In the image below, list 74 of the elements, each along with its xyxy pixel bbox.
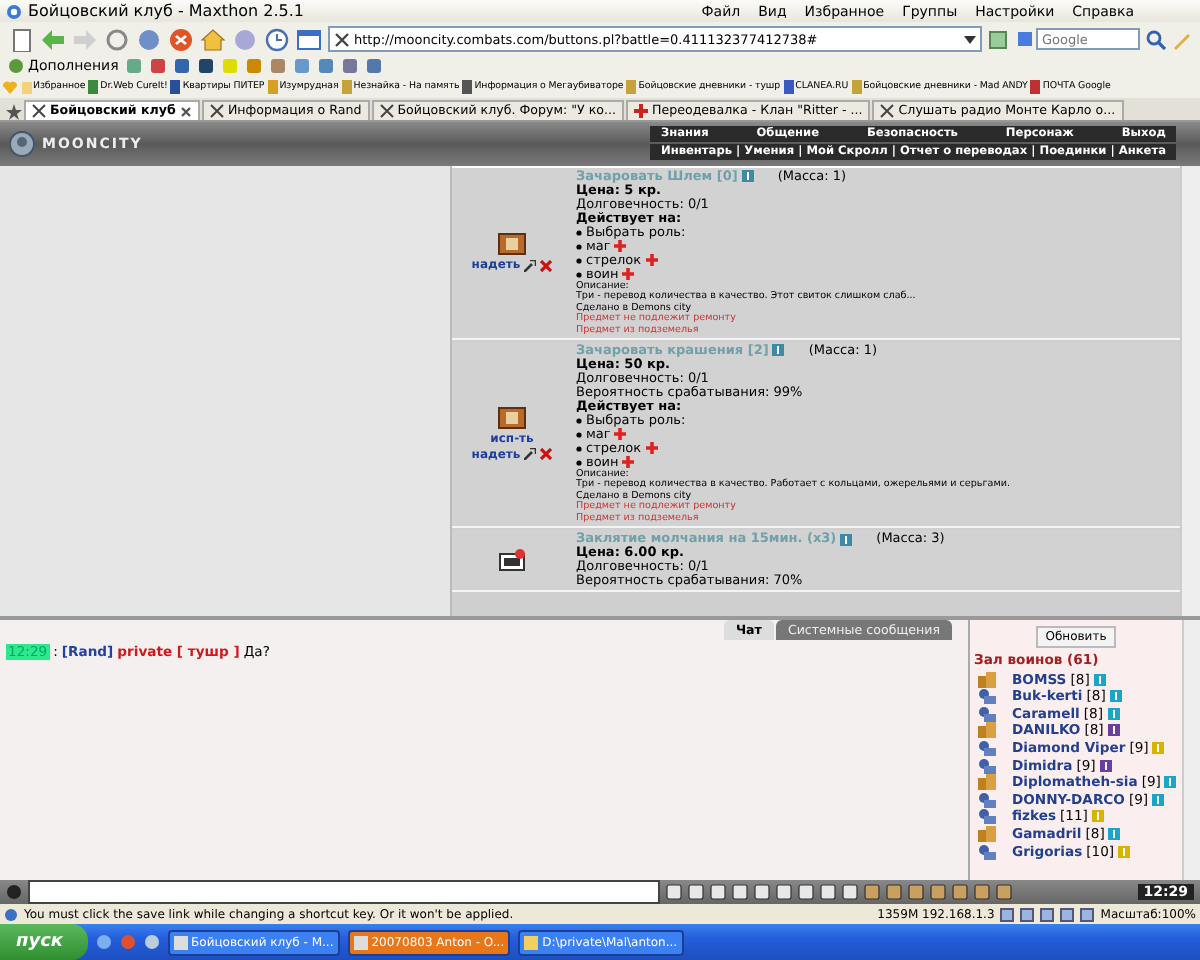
player-icon[interactable] [978, 722, 996, 739]
crossed-swords-icon [334, 31, 350, 47]
window-title: Бойцовский клуб - Maxthon 2.5.1 [28, 2, 307, 20]
wrench-icon[interactable] [524, 259, 537, 272]
bullet-icon [576, 445, 582, 452]
page-icon [88, 80, 99, 94]
scroll-item-icon [498, 232, 526, 257]
crossed-swords-icon [209, 104, 224, 118]
player-icon[interactable] [978, 757, 996, 774]
heart-icon [2, 80, 18, 94]
scroll-item-icon [498, 405, 526, 430]
page-icon [170, 80, 181, 94]
window-icon [353, 935, 368, 949]
plus-icon[interactable] [614, 240, 627, 253]
info-icon[interactable] [840, 533, 853, 545]
scroll-item-icon [498, 548, 526, 572]
wrench-icon[interactable] [524, 448, 537, 461]
bullet-icon [576, 417, 582, 424]
info-icon[interactable] [772, 344, 785, 357]
player-icon[interactable] [978, 808, 996, 825]
player-icon[interactable] [978, 671, 996, 688]
delete-icon[interactable] [540, 259, 553, 272]
info-icon[interactable] [741, 170, 754, 183]
app-icon [6, 3, 22, 19]
delete-icon[interactable] [540, 448, 553, 461]
scrollbar[interactable] [1182, 620, 1200, 880]
plus-icon[interactable] [622, 456, 635, 469]
player-icon[interactable] [978, 740, 996, 757]
stop-icon[interactable] [168, 27, 194, 51]
crossed-swords-icon [379, 104, 394, 118]
page-icon [341, 80, 352, 94]
dropdown-caret-icon [964, 35, 976, 43]
back-arrow-icon[interactable] [40, 27, 66, 51]
plus-icon[interactable] [645, 442, 658, 455]
info-icon [4, 907, 18, 921]
player-icon[interactable] [978, 774, 996, 791]
window-icon [173, 935, 188, 949]
window-icon[interactable] [296, 27, 322, 51]
bullet-icon [576, 229, 582, 236]
plus-icon[interactable] [614, 428, 627, 441]
crossed-swords-icon [880, 104, 895, 118]
info-badge-icon[interactable] [1099, 759, 1112, 772]
page-icon [783, 80, 794, 94]
crossed-swords-icon [32, 104, 46, 118]
close-icon[interactable] [179, 105, 192, 117]
bullet-icon [576, 459, 582, 466]
scrollbar[interactable] [1180, 165, 1200, 617]
page-icon [851, 80, 862, 94]
bullet-icon [576, 243, 582, 250]
page-icon [1030, 80, 1041, 94]
star-icon [6, 104, 22, 120]
player-icon[interactable] [978, 843, 996, 860]
puzzle-icon [8, 58, 24, 74]
player-icon[interactable] [978, 825, 996, 842]
cross-icon [634, 104, 648, 118]
bullet-icon [576, 271, 582, 278]
window-icon [524, 935, 539, 949]
plus-icon[interactable] [645, 254, 658, 267]
new-page-icon[interactable] [8, 27, 34, 51]
info-badge-icon[interactable] [1107, 724, 1120, 737]
player-icon[interactable] [978, 791, 996, 808]
page-icon [626, 80, 637, 94]
page-icon [267, 80, 278, 94]
bullet-icon [576, 431, 582, 438]
search-icon[interactable] [1146, 29, 1166, 49]
page-icon [462, 80, 473, 94]
emblem-icon [8, 129, 36, 158]
bullet-icon [576, 257, 582, 264]
player-icon[interactable] [978, 688, 996, 705]
plus-icon[interactable] [622, 268, 635, 281]
player-icon[interactable] [978, 705, 996, 722]
clock-icon[interactable] [264, 27, 290, 51]
folder-icon [21, 80, 31, 94]
chat-input[interactable] [28, 880, 660, 904]
